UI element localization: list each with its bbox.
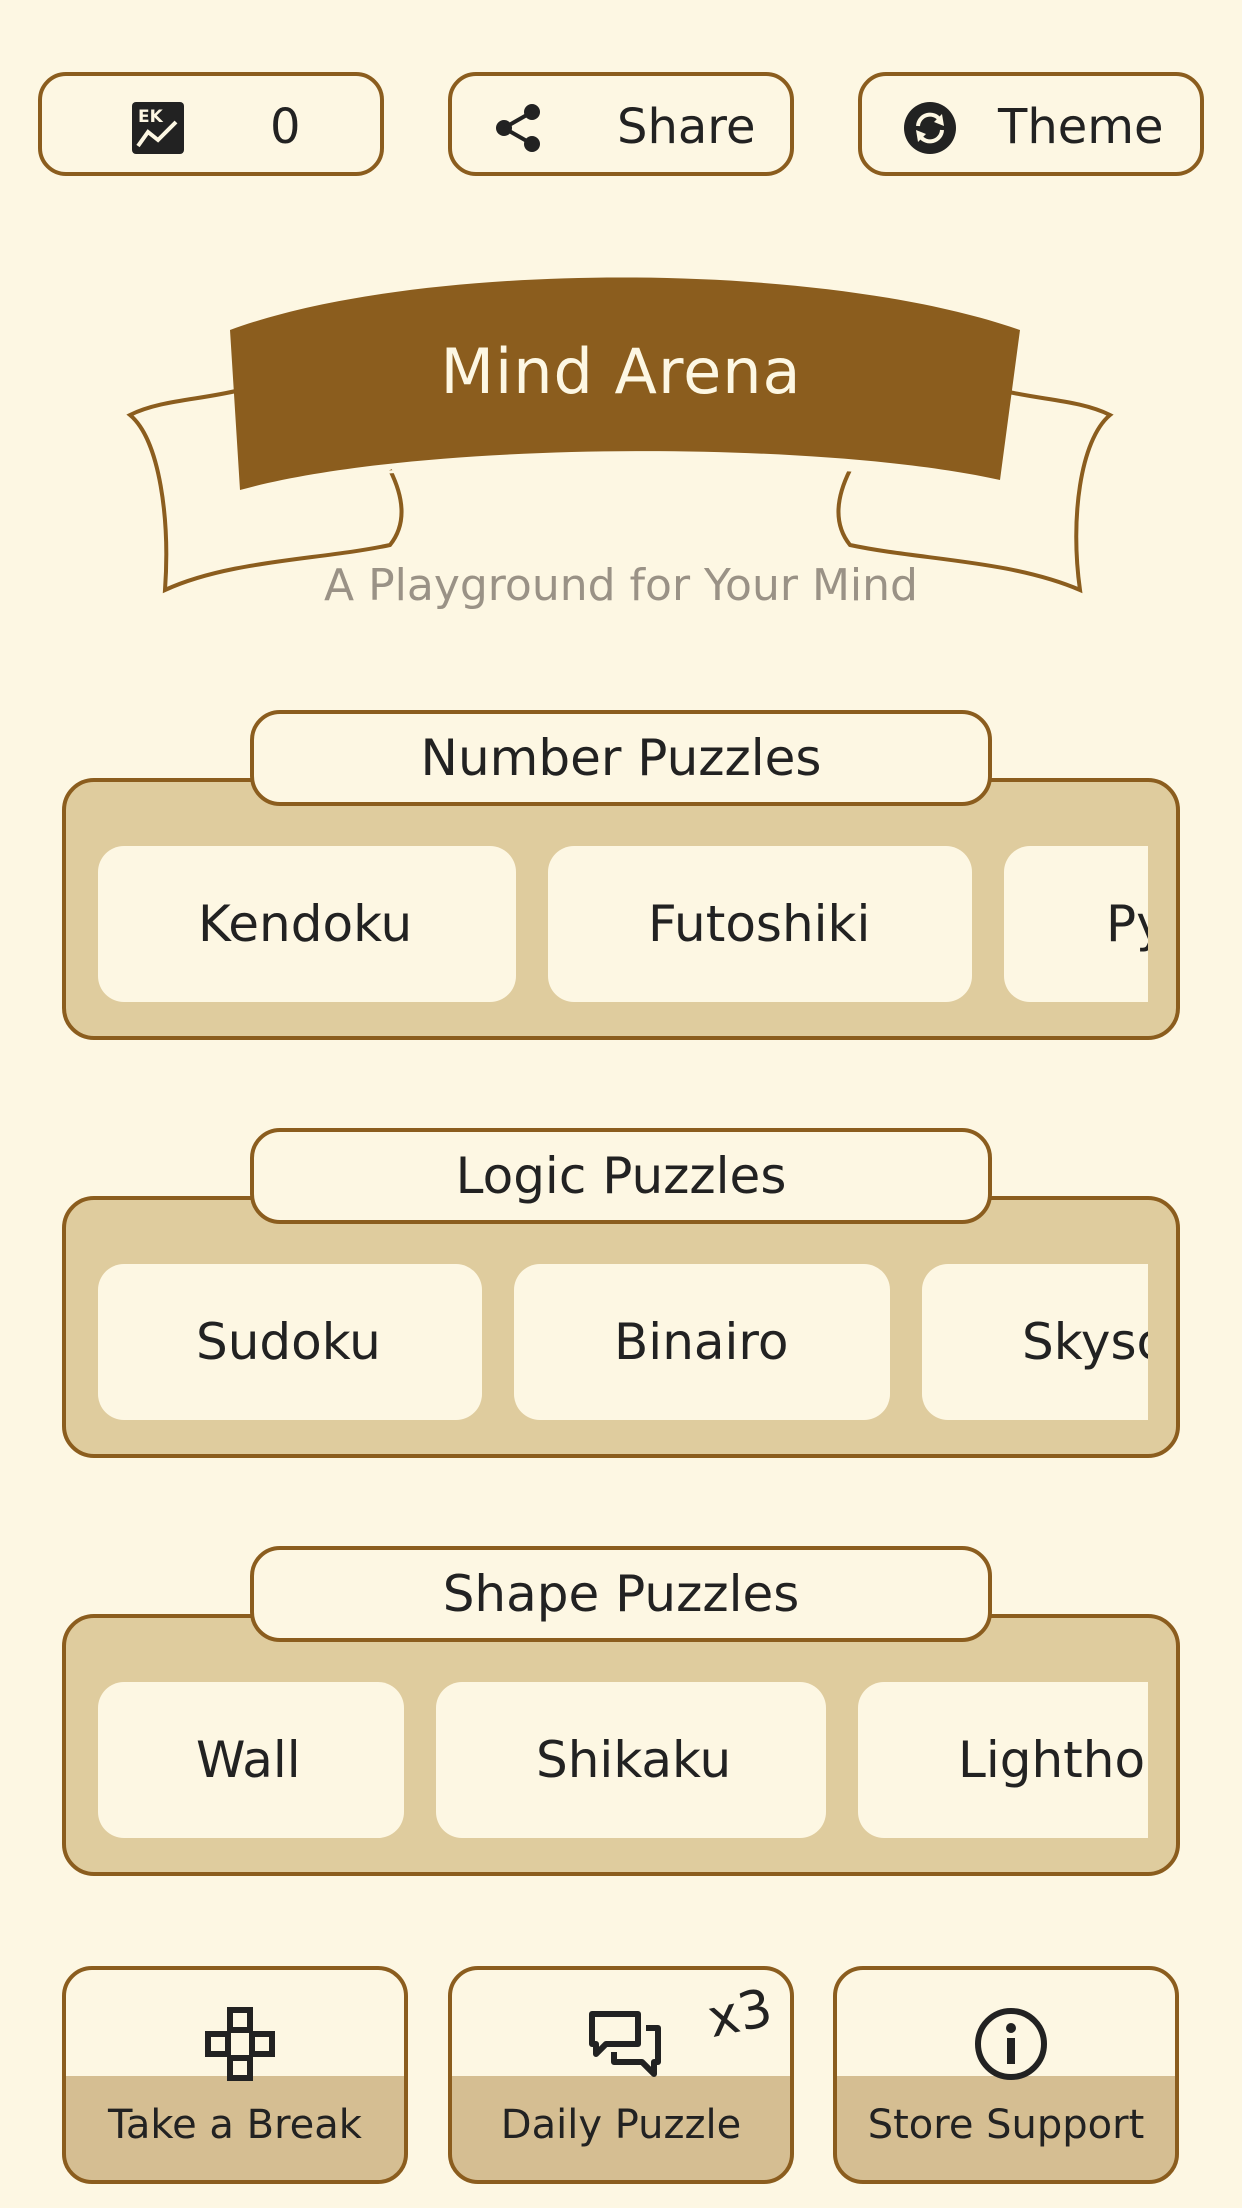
svg-text:EK: EK <box>138 107 164 127</box>
section-title: Number Puzzles <box>250 710 992 806</box>
store-support-label: Store Support <box>867 2102 1145 2148</box>
puzzle-tile-shikaku[interactable]: Shikaku <box>436 1682 826 1838</box>
puzzle-panel: Wall Shikaku Lighthou <box>62 1614 1180 1876</box>
puzzle-tile-partial[interactable]: Skysc <box>922 1264 1148 1420</box>
puzzle-tile-futoshiki[interactable]: Futoshiki <box>548 846 972 1002</box>
app-subtitle: A Playground for Your Mind <box>324 560 918 611</box>
section-title: Shape Puzzles <box>250 1546 992 1642</box>
take-a-break-label: Take a Break <box>108 2102 362 2148</box>
puzzle-panel: Sudoku Binairo Skysc <box>62 1196 1180 1458</box>
section-title: Logic Puzzles <box>250 1128 992 1224</box>
daily-puzzle-label: Daily Puzzle <box>500 2102 742 2148</box>
theme-label: Theme <box>998 99 1164 155</box>
theme-button[interactable]: Theme <box>858 72 1204 176</box>
puzzle-tile-partial[interactable]: Py <box>1004 846 1148 1002</box>
stats-button[interactable]: EK 0 <box>38 72 384 176</box>
puzzle-tile-partial[interactable]: Lighthou <box>858 1682 1148 1838</box>
share-label: Share <box>617 99 756 155</box>
puzzle-tile-sudoku[interactable]: Sudoku <box>98 1264 482 1420</box>
share-button[interactable]: Share <box>448 72 794 176</box>
puzzle-panel: Kendoku Futoshiki Py <box>62 778 1180 1040</box>
stats-chart-icon: EK <box>132 102 184 154</box>
puzzle-tile-wall[interactable]: Wall <box>98 1682 404 1838</box>
store-support-button[interactable]: Store Support <box>833 1966 1179 2184</box>
app-title: Mind Arena <box>440 335 802 408</box>
puzzle-tile-binairo[interactable]: Binairo <box>514 1264 890 1420</box>
gamepad-icon <box>205 2007 275 2081</box>
puzzle-tile-kendoku[interactable]: Kendoku <box>98 846 516 1002</box>
info-icon <box>975 2008 1047 2080</box>
stats-count: 0 <box>270 99 301 155</box>
chat-bubbles-icon <box>589 2011 661 2077</box>
take-a-break-button[interactable]: Take a Break <box>62 1966 408 2184</box>
theme-sync-icon <box>904 102 956 154</box>
share-icon <box>496 104 540 152</box>
